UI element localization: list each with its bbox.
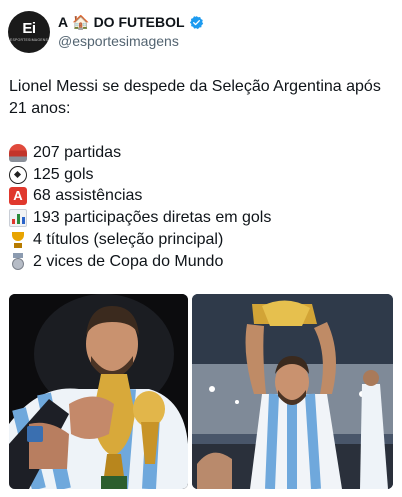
photo-illustration (9, 294, 188, 489)
tweet-media (9, 294, 393, 489)
tweet-intro: Lionel Messi se despede da Seleção Argen… (9, 78, 381, 117)
tweet-header: Ei ESPORTESIMAGENS A 🏠 DO FUTEBOL @espor… (8, 10, 398, 54)
bar-chart-icon (9, 209, 27, 228)
photo-messi-lifting-trophy[interactable] (192, 294, 393, 489)
display-name-prefix: A (58, 14, 69, 30)
avatar-logo-caption: ESPORTESIMAGENS (9, 38, 49, 42)
stat-goals: 125 gols (33, 165, 94, 183)
author-handle[interactable]: @esportesimagens (58, 33, 204, 49)
stats-list: 207 partidas 125 gols A 68 assistências … (9, 142, 395, 273)
display-name[interactable]: A 🏠 DO FUTEBOL (58, 14, 204, 30)
tweet-text: Lionel Messi se despede da Seleção Argen… (9, 76, 395, 119)
photo-messi-kissing-trophy[interactable] (9, 294, 188, 489)
photo-illustration (192, 294, 393, 489)
stadium-icon (9, 143, 27, 162)
silver-medal-icon (9, 252, 27, 271)
display-name-suffix: DO FUTEBOL (93, 14, 185, 30)
stat-assists: 68 assistências (33, 187, 143, 205)
stat-matches: 207 partidas (33, 143, 122, 161)
stat-runner-ups: 2 vices de Copa do Mundo (33, 252, 224, 270)
letter-a-icon: A (9, 187, 27, 206)
list-item: 125 gols (9, 164, 395, 186)
list-item: 2 vices de Copa do Mundo (9, 251, 395, 273)
avatar[interactable]: Ei ESPORTESIMAGENS (8, 11, 50, 53)
stat-titles: 4 títulos (seleção principal) (33, 231, 224, 249)
verified-badge-icon (189, 15, 203, 29)
trophy-icon (9, 231, 27, 249)
list-item: 4 títulos (seleção principal) (9, 229, 395, 251)
list-item: 193 participações diretas em gols (9, 207, 395, 229)
author-block: A 🏠 DO FUTEBOL @esportesimagens (58, 14, 204, 49)
stat-goal-participations: 193 participações diretas em gols (33, 209, 272, 227)
list-item: 207 partidas (9, 142, 395, 164)
list-item: A 68 assistências (9, 186, 395, 208)
house-icon: 🏠 (72, 14, 90, 30)
avatar-logo: Ei (22, 20, 36, 37)
soccer-ball-icon (9, 165, 27, 184)
